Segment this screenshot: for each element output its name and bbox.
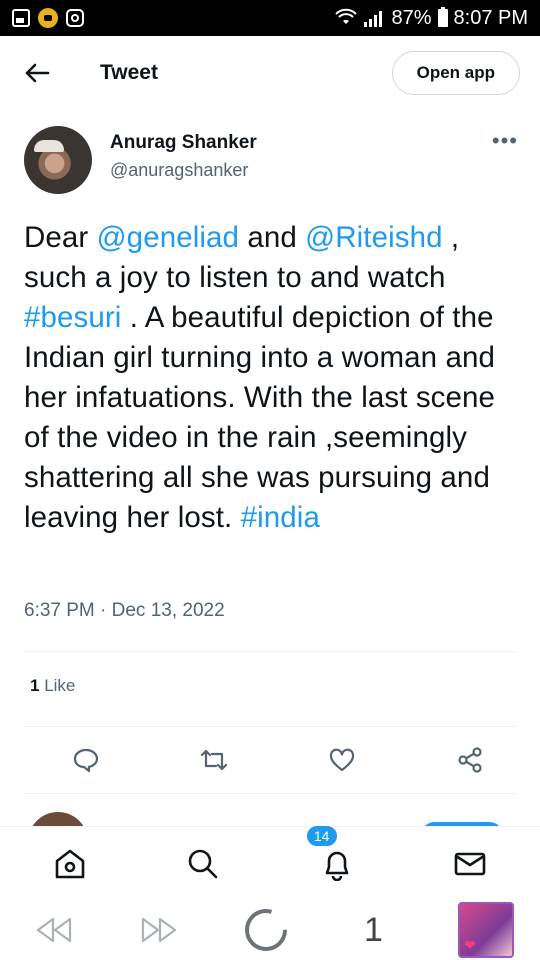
- battery-percent: 87%: [391, 6, 432, 29]
- reply-preview: [0, 800, 540, 828]
- gallery-icon: [12, 9, 30, 27]
- tweet-timestamp[interactable]: 6:37 PM · Dec 13, 2022: [24, 600, 225, 622]
- status-bar-system: 87% 8:07 PM: [335, 7, 528, 30]
- more-options-icon[interactable]: •••: [492, 130, 518, 196]
- envelope-icon: [454, 852, 486, 875]
- like-button[interactable]: [324, 742, 360, 778]
- tweet-text: Dear @geneliad and @Riteishd , such a jo…: [24, 218, 520, 538]
- retweet-icon: [200, 749, 228, 771]
- rewind-button[interactable]: [34, 915, 74, 945]
- hashtag-link[interactable]: #india: [241, 501, 320, 534]
- recent-app-thumbnail[interactable]: [458, 902, 514, 958]
- nav-messages[interactable]: [450, 844, 490, 884]
- header: Tweet Open app: [0, 36, 540, 110]
- rewind-icon: [36, 917, 72, 943]
- divider: [24, 793, 516, 794]
- divider: [24, 726, 516, 727]
- status-bar: 87% 8:07 PM: [0, 0, 540, 36]
- mention-link[interactable]: @geneliad: [97, 221, 239, 254]
- clock: 8:07 PM: [453, 6, 528, 29]
- author-name[interactable]: Anurag Shanker: [110, 132, 257, 154]
- circle-icon: [245, 909, 287, 951]
- mention-link[interactable]: @Riteishd: [305, 221, 442, 254]
- signal-icon: [364, 11, 383, 27]
- fast-forward-button[interactable]: [139, 915, 179, 945]
- share-icon: [458, 747, 482, 773]
- wifi-icon: [335, 8, 358, 24]
- tab-count[interactable]: 1: [354, 911, 394, 950]
- likes-count[interactable]: 1 Like: [30, 676, 75, 696]
- app-notification-icon: [38, 8, 58, 28]
- nav-search[interactable]: [183, 844, 223, 884]
- author-handle[interactable]: @anuragshanker: [110, 160, 257, 181]
- bottom-nav: 14: [0, 823, 540, 900]
- hashtag-link[interactable]: #besuri: [24, 301, 121, 334]
- bell-icon: [325, 851, 348, 881]
- nav-notifications[interactable]: 14: [304, 823, 357, 884]
- system-nav-bar: 1: [0, 900, 540, 960]
- nav-home[interactable]: [50, 844, 90, 884]
- battery-icon: [437, 7, 448, 27]
- reply-icon: [73, 748, 99, 773]
- home-icon: [55, 849, 85, 878]
- avatar[interactable]: [24, 126, 92, 194]
- search-icon: [189, 849, 218, 878]
- fast-forward-icon: [141, 917, 176, 943]
- open-app-button[interactable]: Open app: [391, 51, 520, 95]
- tweet-author: Anurag Shanker @anuragshanker •••: [24, 126, 518, 196]
- instagram-icon: [66, 9, 84, 27]
- heart-icon: [329, 748, 355, 772]
- tweet-text-part: Dear: [24, 221, 97, 254]
- page-title: Tweet: [100, 61, 158, 84]
- share-button[interactable]: [452, 742, 488, 778]
- home-circle-button[interactable]: [243, 907, 289, 953]
- tweet-text-part: and: [239, 221, 306, 254]
- tweet-text-part: . A beautiful depiction of the Indian gi…: [24, 301, 496, 534]
- tweet-actions: [68, 740, 488, 780]
- notifications-badge: 14: [304, 823, 339, 848]
- likes-label: Like: [39, 676, 76, 695]
- divider: [24, 651, 516, 652]
- retweet-button[interactable]: [196, 742, 232, 778]
- reply-button[interactable]: [68, 742, 104, 778]
- back-button[interactable]: [22, 58, 52, 88]
- status-bar-notifications: [12, 8, 84, 28]
- arrow-left-icon: [25, 63, 50, 83]
